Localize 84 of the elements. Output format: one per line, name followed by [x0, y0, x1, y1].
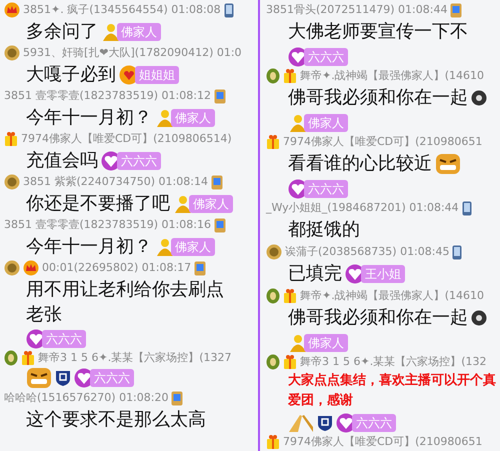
gift-icon: [21, 350, 35, 366]
gift-icon: [283, 354, 297, 370]
medal-icon: [4, 45, 20, 61]
sender-meta: 7974佛家人【唯爱CD可】(2109806514): [21, 130, 232, 147]
phone-icon: [224, 2, 234, 18]
badge-label: 王小姐: [361, 265, 405, 283]
message-text: 用不用让老利给你去刷点老张: [26, 278, 225, 327]
badge-label: 佛家人: [189, 194, 233, 212]
gear-icon: [471, 90, 487, 106]
badge-label: 佛家人: [171, 238, 215, 256]
grinning-face-icon: [435, 153, 461, 175]
badge-label: 佛家人: [304, 334, 348, 352]
message-text: 这个要求不是那么太高: [26, 408, 206, 432]
shield-icon: [55, 369, 71, 387]
sender-meta: _Wy小姐姐_(1984687201) 01:08:44: [266, 200, 459, 216]
monitor-icon: [450, 2, 462, 18]
sender-meta: 7974佛家人【唯爱CD可】(210980651: [283, 134, 482, 150]
monitor-icon: [214, 218, 226, 232]
medal-icon: [4, 174, 20, 190]
sender-meta: 舞帝3 1 5 6✦.某某【六家场控】(132: [300, 354, 486, 370]
sender-meta: 舞帝✦.战神竭【最强佛家人】(14610: [300, 68, 484, 84]
sender-meta: 5931、奸骑[扎❤大队](1782090412) 01:0: [23, 44, 242, 61]
message-text: 充值会吗: [26, 149, 98, 173]
message-text: 大家点点集结，喜欢主播可以开个真爱团，感谢: [288, 372, 497, 410]
message-text: 佛哥我必须和你在一起: [288, 306, 468, 330]
medal-icon: [266, 244, 282, 260]
message-text: 今年十一月初？: [26, 106, 152, 130]
sender-meta: 3851骨头(2072511479) 01:08:44: [266, 2, 448, 18]
monitor-icon: [171, 390, 184, 406]
sender-meta: 舞帝✦.战神竭【最强佛家人】(14610: [300, 288, 484, 304]
monitor-icon: [214, 88, 226, 104]
badge-label: 佛家人: [117, 22, 161, 40]
grinning-face-icon: [26, 367, 52, 389]
sender-meta: 诶蒲子(2038568735) 01:08:45: [285, 244, 450, 260]
gift-icon: [283, 288, 297, 304]
figure-icon: [288, 333, 308, 353]
badge-label: 六六六: [304, 180, 348, 198]
sender-meta: 00:01(22695802) 01:08:17: [42, 260, 192, 276]
leaf-icon: [266, 354, 280, 370]
shield-icon: [317, 414, 333, 432]
message-text: 都挺饿的: [288, 218, 360, 242]
message-text: 看看谁的心比较近: [288, 152, 432, 176]
badge-label: 六六六: [90, 369, 134, 387]
crown-icon: [4, 2, 20, 18]
sender-meta: 3851✦. 疯子(1345564554) 01:08:08: [23, 2, 221, 18]
sender-meta: 哈哈哈(1516576270) 01:08:20: [4, 390, 168, 406]
figure-icon: [288, 113, 308, 133]
leaf-icon: [266, 288, 280, 304]
gift-icon: [266, 434, 280, 450]
badge-label: 六六六: [117, 152, 161, 170]
figure-icon: [173, 194, 193, 214]
sender-meta: 舞帝3 1 5 6✦.某某【六家场控】(1327: [38, 350, 232, 366]
badge-label: 佛家人: [304, 114, 348, 132]
message-text: 佛哥我必须和你在一起: [288, 86, 468, 110]
badge-label: 姐姐姐: [135, 66, 179, 84]
sender-meta: 3851 紫紫(2240734750) 01:08:14: [23, 174, 208, 190]
leaf-icon: [4, 350, 18, 366]
message-text: 你还是不要播了吧: [26, 192, 170, 216]
message-text: 今年十一月初？: [26, 235, 152, 259]
badge-label: 六六六: [352, 414, 396, 432]
monitor-icon: [210, 174, 223, 190]
leaf-icon: [266, 68, 280, 84]
message-text: 大嘎子必到: [26, 63, 116, 87]
monitor-icon: [194, 260, 206, 276]
message-text: 已填完: [288, 262, 342, 286]
crown-icon: [23, 260, 39, 276]
gift-icon: [266, 134, 280, 150]
badge-label: 六六六: [42, 330, 86, 348]
gift-icon: [4, 131, 18, 147]
gift-icon: [283, 68, 297, 84]
sender-meta: 7974佛家人【唯爱CD可】(210980651: [283, 434, 482, 450]
badge-label: 佛家人: [171, 108, 215, 126]
gear-icon: [471, 310, 487, 326]
badge-label: 六六六: [304, 48, 348, 66]
phone-icon: [452, 244, 462, 260]
figure-icon: [101, 22, 121, 42]
medal-icon: [4, 260, 20, 276]
figure-icon: [155, 236, 175, 256]
phone-icon: [462, 200, 472, 216]
sender-meta: 3851 壹零零壹(1823783519) 01:08:16: [4, 216, 211, 233]
sender-meta: 3851 壹零零壹(1823783519) 01:08:12: [4, 88, 211, 104]
message-text: 大佛老师要宣传一下不: [288, 20, 468, 44]
figure-icon: [155, 108, 175, 128]
message-text: 多余问了: [26, 20, 98, 44]
